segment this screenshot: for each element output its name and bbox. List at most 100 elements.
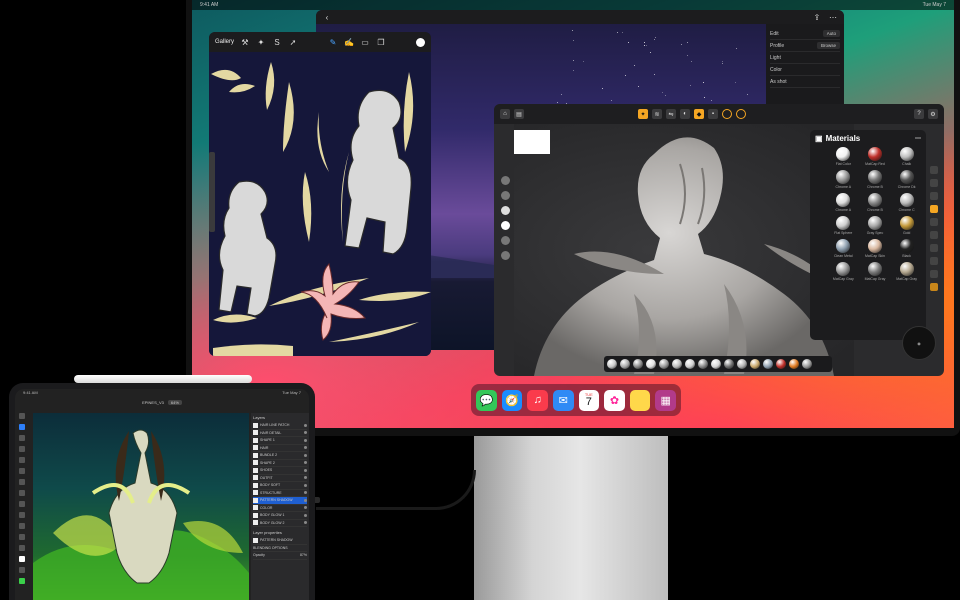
material-item[interactable]: Chrome A bbox=[829, 193, 858, 212]
material-item[interactable]: MatCap Gray bbox=[861, 262, 890, 281]
notes-app-icon[interactable] bbox=[629, 389, 651, 411]
material-ball-icon[interactable] bbox=[737, 359, 747, 369]
visibility-icon[interactable] bbox=[304, 431, 307, 435]
ipad-tool-icon[interactable] bbox=[19, 446, 25, 452]
file-icon[interactable]: ▤ bbox=[514, 109, 524, 119]
layer-row[interactable]: BODY GLOW 1 bbox=[253, 512, 307, 520]
tool-slot-8[interactable] bbox=[930, 257, 938, 265]
ipad-tool-icon[interactable] bbox=[19, 468, 25, 474]
ipad-tool-icon[interactable] bbox=[19, 424, 25, 430]
calendar-app-icon[interactable]: TUE 7 bbox=[578, 389, 600, 411]
inflate-tool-icon[interactable]: ◐ bbox=[680, 109, 690, 119]
tool-slot-5[interactable] bbox=[930, 218, 938, 226]
visibility-icon[interactable] bbox=[304, 461, 307, 465]
material-item[interactable]: Flat Color bbox=[829, 147, 858, 166]
layers-icon[interactable]: ❐ bbox=[376, 37, 386, 47]
adjust-row[interactable]: Profile Browse bbox=[770, 40, 840, 52]
smudge-icon[interactable]: ✍ bbox=[344, 37, 354, 47]
ipad-tool-icon[interactable] bbox=[19, 413, 25, 419]
material-ball-icon[interactable] bbox=[607, 359, 617, 369]
layer-row[interactable]: BODY GLOW 2 bbox=[253, 520, 307, 527]
settings-icon[interactable]: ⚙ bbox=[928, 109, 938, 119]
layer-row[interactable]: HAIR LINE PATCH bbox=[253, 422, 307, 430]
sculpt-app-window[interactable]: ⌂ ▤ ✦ ≋ ⇋ ◐ ◆ ▪ ? ⚙ ▣ Materials ⋯ Flat C… bbox=[494, 104, 944, 376]
material-item[interactable]: Chrome A bbox=[829, 170, 858, 189]
visibility-icon[interactable] bbox=[304, 521, 307, 525]
material-ball-icon[interactable] bbox=[750, 359, 760, 369]
radius-handle[interactable] bbox=[500, 176, 510, 185]
material-ball-icon[interactable] bbox=[776, 359, 786, 369]
magic-wand-icon[interactable]: ✦ bbox=[256, 37, 266, 47]
ipad-tool-icon[interactable] bbox=[19, 512, 25, 518]
ipad-tool-icon[interactable] bbox=[19, 578, 25, 584]
photos-app-icon[interactable]: ✿ bbox=[604, 389, 625, 411]
layer-row[interactable]: COLOR bbox=[253, 505, 307, 512]
tool-slot-active[interactable] bbox=[930, 205, 938, 213]
stroke-tool-icon[interactable]: ✦ bbox=[638, 109, 648, 119]
visibility-icon[interactable] bbox=[304, 476, 307, 480]
visibility-icon[interactable] bbox=[304, 491, 307, 495]
material-item[interactable]: Chrome B bbox=[861, 170, 890, 189]
layer-row[interactable]: HAIR DETAIL bbox=[253, 430, 307, 437]
material-item[interactable]: Black bbox=[892, 239, 921, 258]
material-ball-icon[interactable] bbox=[659, 359, 669, 369]
ipad-artwork-canvas[interactable] bbox=[33, 413, 249, 600]
visibility-icon[interactable] bbox=[304, 513, 307, 517]
adjust-row[interactable]: Color bbox=[770, 64, 840, 76]
drawing-canvas[interactable] bbox=[209, 52, 431, 356]
home-icon[interactable]: ⌂ bbox=[500, 109, 510, 119]
opacity-row[interactable]: Opacity 87% bbox=[253, 552, 307, 560]
brush-tool-icon[interactable]: ≋ bbox=[652, 109, 662, 119]
material-item[interactable]: Gray Spec bbox=[861, 216, 890, 235]
wrench-icon[interactable]: ⚒ bbox=[240, 37, 250, 47]
music-app-icon[interactable]: ♫ bbox=[527, 389, 548, 411]
adjust-row-button[interactable]: Auto bbox=[822, 30, 840, 37]
tool-slot-1[interactable] bbox=[930, 166, 938, 174]
ipad-tool-icon[interactable] bbox=[19, 457, 25, 463]
ipad-doc-title[interactable]: EPINES_V3 bbox=[142, 400, 164, 405]
tool-slot-3[interactable] bbox=[930, 192, 938, 200]
layer-row[interactable]: BUNDLE 2 bbox=[253, 452, 307, 460]
gallery-button[interactable]: Gallery bbox=[215, 39, 234, 45]
drawing-app-window[interactable]: Gallery ⚒ ✦ S ➚ ✎ ✍ ▭ ❐ bbox=[209, 32, 431, 356]
ipad-tool-icon[interactable] bbox=[19, 479, 25, 485]
ipad-tool-icon[interactable] bbox=[19, 490, 25, 496]
material-item[interactable]: Chrome Dk bbox=[892, 170, 921, 189]
material-item[interactable]: MatCap Gray bbox=[829, 262, 858, 281]
visibility-icon[interactable] bbox=[304, 446, 307, 450]
material-ball-icon[interactable] bbox=[620, 359, 630, 369]
visibility-icon[interactable] bbox=[304, 453, 307, 457]
layer-row[interactable]: SHAPE 2 bbox=[253, 460, 307, 467]
tool-slot-10[interactable] bbox=[930, 283, 938, 291]
radius-ring-icon[interactable] bbox=[722, 109, 732, 119]
visibility-icon[interactable] bbox=[304, 483, 307, 487]
material-ball-icon[interactable] bbox=[633, 359, 643, 369]
more-icon[interactable]: ⋯ bbox=[828, 12, 838, 22]
layer-name-field[interactable]: PATTERN SHADOW bbox=[253, 537, 307, 545]
visibility-icon[interactable] bbox=[304, 438, 307, 442]
material-item[interactable]: Chrome C bbox=[892, 193, 921, 212]
tool-slot-2[interactable] bbox=[930, 179, 938, 187]
material-item[interactable]: Clean Metal bbox=[829, 239, 858, 258]
materials-more-icon[interactable]: ⋯ bbox=[915, 135, 921, 142]
material-ball-icon[interactable] bbox=[685, 359, 695, 369]
material-item[interactable]: MatCap Gray bbox=[892, 262, 921, 281]
material-item[interactable]: MatCap Skin bbox=[861, 239, 890, 258]
tool-slot-9[interactable] bbox=[930, 270, 938, 278]
apps-folder-icon[interactable]: ▦ bbox=[655, 389, 676, 411]
tool-slot-6[interactable] bbox=[930, 231, 938, 239]
redo-icon[interactable] bbox=[500, 251, 510, 260]
material-ball-icon[interactable] bbox=[698, 359, 708, 369]
color-picker-dot[interactable] bbox=[416, 37, 425, 47]
brush-icon[interactable]: ✎ bbox=[328, 37, 338, 47]
mail-app-icon[interactable]: ✉ bbox=[552, 389, 574, 411]
share-icon[interactable]: ⇪ bbox=[812, 12, 822, 22]
material-ball-icon[interactable] bbox=[646, 359, 656, 369]
color-swatch-gray[interactable] bbox=[500, 206, 510, 215]
help-icon[interactable]: ? bbox=[914, 109, 924, 119]
transform-icon[interactable]: ➚ bbox=[288, 37, 298, 47]
safari-app-icon[interactable]: 🧭 bbox=[501, 389, 523, 411]
adjust-row-button[interactable]: Browse bbox=[816, 42, 840, 49]
visibility-icon[interactable] bbox=[304, 468, 307, 472]
material-ball-icon[interactable] bbox=[724, 359, 734, 369]
